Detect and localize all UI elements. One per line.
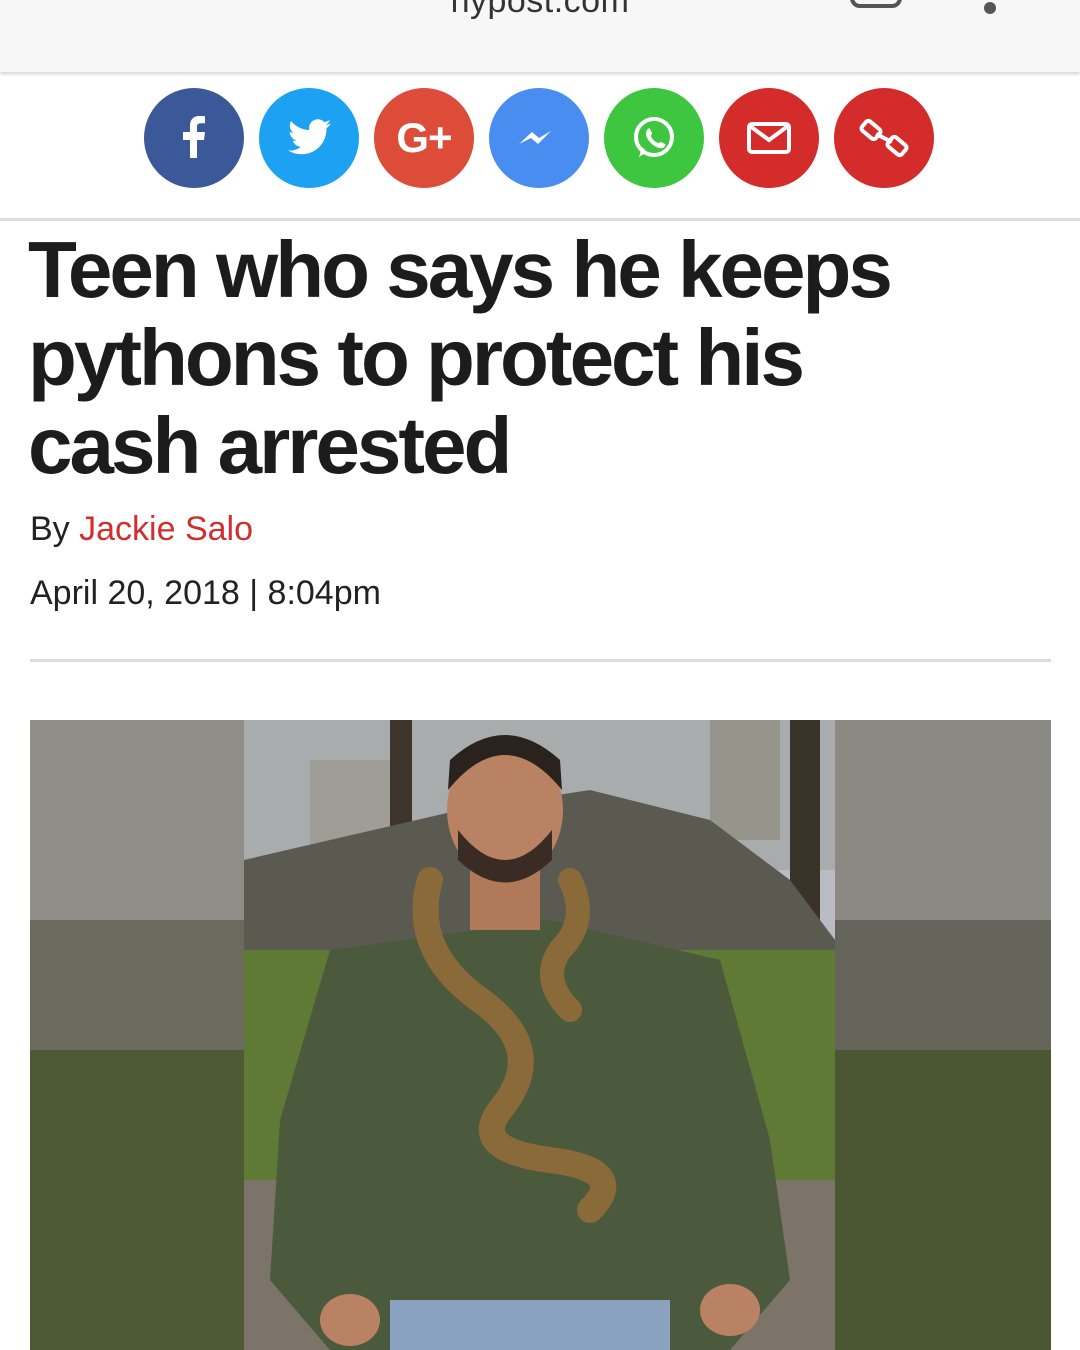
google-plus-icon: G+ xyxy=(396,114,452,161)
tabs-icon[interactable] xyxy=(850,0,902,8)
divider xyxy=(30,659,1051,662)
google-plus-share-button[interactable]: G+ xyxy=(374,88,474,188)
headline-line: Teen who says he keeps xyxy=(28,225,893,314)
author-link[interactable]: Jackie Salo xyxy=(79,510,253,548)
twitter-share-button[interactable] xyxy=(259,88,359,188)
email-share-button[interactable] xyxy=(719,88,819,188)
browser-toolbar: nypost.com xyxy=(0,0,1080,72)
messenger-share-button[interactable] xyxy=(489,88,589,188)
mail-icon xyxy=(747,122,791,154)
share-bar: G+ xyxy=(0,88,1080,192)
link-icon xyxy=(859,118,909,158)
divider xyxy=(0,218,1080,221)
article-photo[interactable] xyxy=(30,720,1051,1350)
headline-line: cash arrested xyxy=(28,401,512,490)
copy-link-button[interactable] xyxy=(834,88,934,188)
publish-date: April 20, 2018 | 8:04pm xyxy=(30,574,381,612)
url-bar[interactable]: nypost.com xyxy=(0,0,1080,21)
byline: By Jackie Salo xyxy=(30,510,253,549)
menu-dots-icon[interactable] xyxy=(980,0,1000,20)
photo-illustration xyxy=(30,720,1051,1350)
by-label: By xyxy=(30,510,70,548)
twitter-icon xyxy=(288,119,331,155)
facebook-share-button[interactable] xyxy=(144,88,244,188)
article-headline: Teen who says he keeps pythons to protec… xyxy=(28,226,1028,490)
whatsapp-icon xyxy=(634,117,674,157)
messenger-icon xyxy=(519,131,551,144)
facebook-icon xyxy=(183,116,205,158)
headline-line: pythons to protect his xyxy=(28,313,805,402)
whatsapp-share-button[interactable] xyxy=(604,88,704,188)
